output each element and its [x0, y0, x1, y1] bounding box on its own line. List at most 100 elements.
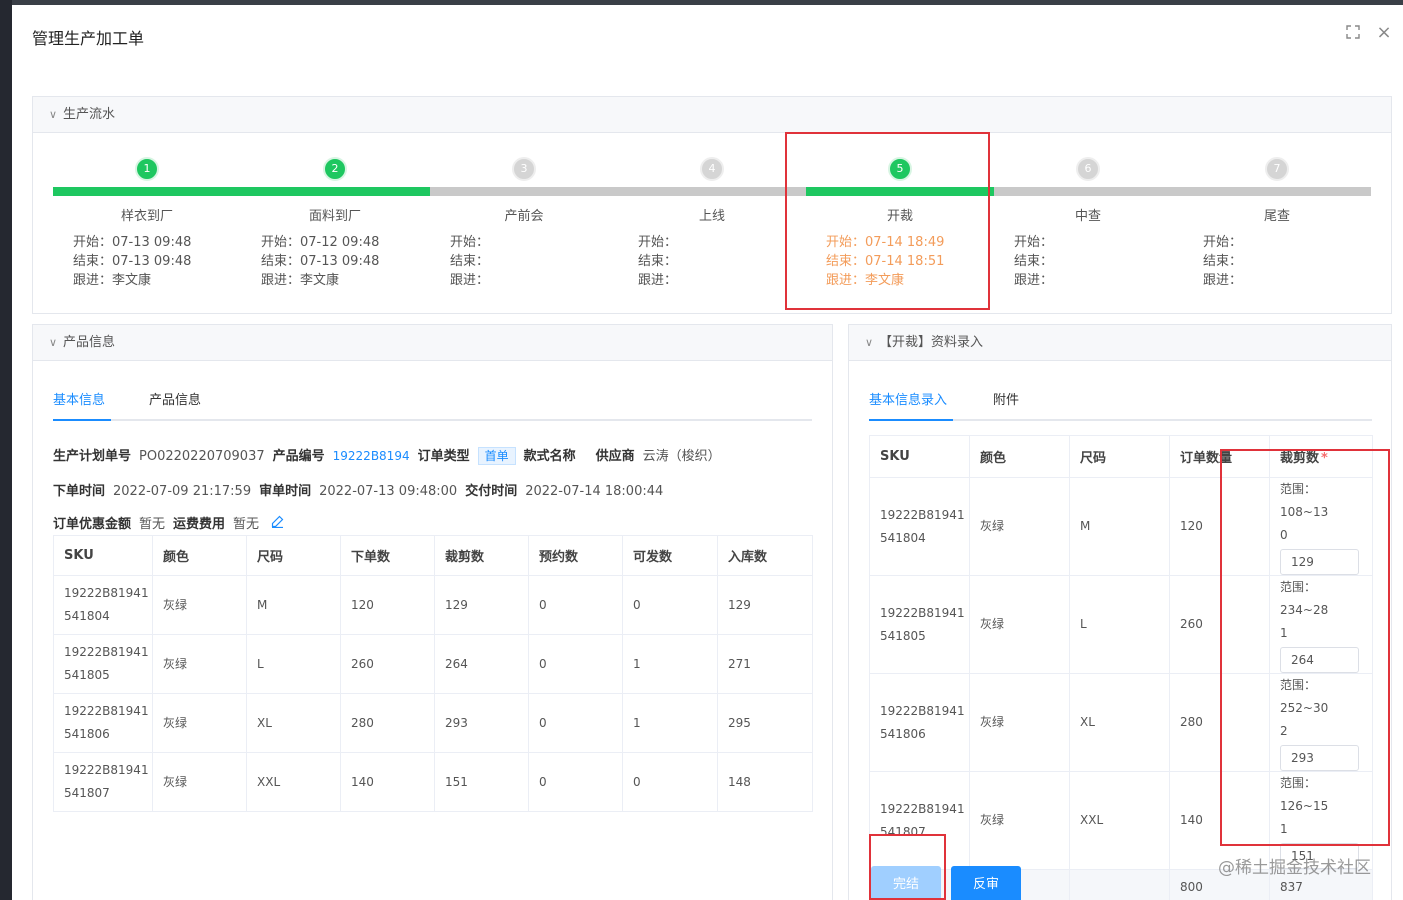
step-follow: 跟进： — [450, 273, 490, 288]
step-number: 3 — [512, 157, 536, 181]
order-type-label: 订单类型 — [417, 449, 470, 464]
color-cell: 灰绿 — [969, 673, 1070, 772]
discount-value: 暂无 — [139, 517, 166, 532]
step-start: 开始：07-13 09:48 — [73, 235, 192, 250]
sku-line: 19222B81941 — [64, 586, 149, 600]
watermark: @稀土掘金技术社区 — [1218, 858, 1371, 878]
step-follow: 跟进：李文康 — [73, 273, 152, 288]
color-cell: 灰绿 — [969, 575, 1070, 674]
sku-line: 541807 — [64, 786, 110, 800]
color-cell: 灰绿 — [969, 477, 1070, 576]
tab-product-info[interactable]: 产品信息 — [149, 391, 201, 421]
cut-qty-cell: 264 — [434, 634, 529, 694]
info-row-3: 订单优惠金额 暂无 运费费用 暂无 — [53, 513, 284, 532]
cut-qty-cell: 129 — [434, 575, 529, 635]
flow-step[interactable]: 3 产前会 开始： 结束： 跟进： — [430, 133, 618, 313]
reserved-qty-cell: 0 — [528, 693, 623, 753]
size-cell: XL — [246, 693, 341, 753]
step-end: 结束： — [450, 254, 490, 269]
edit-icon[interactable] — [267, 515, 284, 532]
style-name-label: 款式名称 — [523, 449, 576, 464]
step-name: 中查 — [1074, 209, 1101, 224]
supplier-label: 供应商 — [595, 449, 635, 464]
chevron-down-icon: ∨ — [49, 336, 58, 349]
info-row-1: 生产计划单号 PO0220220709037 产品编号 19222B8194 订单类型首… — [53, 445, 729, 465]
entry-panel-header[interactable]: ∨ 【开裁】资料录入 — [849, 325, 1391, 361]
col-order-qty: 下单数 — [340, 535, 435, 576]
step-start: 开始： — [1014, 235, 1054, 250]
flow-steps: 1 样衣到厂 开始：07-13 09:48 结束：07-13 09:48 跟进：… — [33, 133, 1391, 313]
sku-line: 541806 — [64, 727, 110, 741]
sku-line: 19222B81941 — [64, 763, 149, 777]
size-cell: M — [1069, 477, 1170, 576]
product-panel-header[interactable]: ∨ 产品信息 — [33, 325, 832, 361]
product-no-label: 产品编号 — [272, 449, 325, 464]
order-qty-cell: 260 — [340, 634, 435, 694]
fullscreen-icon[interactable] — [1345, 25, 1361, 41]
tab-attachments[interactable]: 附件 — [993, 391, 1019, 421]
step-name: 尾查 — [1263, 209, 1290, 224]
reserved-qty-cell: 0 — [528, 752, 623, 812]
annotation-box-cutting-step — [785, 132, 990, 310]
color-cell: 灰绿 — [969, 771, 1070, 870]
sku-line: 541804 — [880, 530, 926, 545]
info-row-2: 下单时间 2022-07-09 21:17:59 审单时间 2022-07-13 09… — [53, 480, 671, 499]
step-name: 产前会 — [504, 209, 544, 224]
reserved-qty-cell: 0 — [528, 634, 623, 694]
sku-cell: 19222B81941 541807 — [53, 752, 153, 812]
order-qty-cell: 120 — [340, 575, 435, 635]
color-cell: 灰绿 — [152, 693, 247, 753]
step-follow: 跟进： — [1014, 273, 1054, 288]
step-start: 开始： — [1203, 235, 1243, 250]
order-time-value: 2022-07-09 21:17:59 — [113, 484, 252, 499]
sku-cell: 19222B81941 541805 — [869, 575, 970, 674]
step-number: 6 — [1076, 157, 1100, 181]
dialog-title: 管理生产加工单 — [32, 29, 145, 48]
sku-line: 19222B81941 — [64, 704, 149, 718]
flow-step[interactable]: 7 尾查 开始： 结束： 跟进： — [1183, 133, 1371, 313]
step-end: 结束： — [1203, 254, 1243, 269]
color-cell: 灰绿 — [152, 634, 247, 694]
product-info-panel: ∨ 产品信息 基本信息 产品信息 生产计划单号 PO0220220709037 产品编… — [32, 324, 833, 900]
flow-step[interactable]: 6 中查 开始： 结束： 跟进： — [994, 133, 1182, 313]
step-start: 开始： — [638, 235, 678, 250]
sku-line: 541804 — [64, 609, 110, 623]
reject-audit-button[interactable]: 反审 — [951, 866, 1021, 900]
col-cut-qty: 裁剪数 — [434, 535, 529, 576]
flow-panel-header[interactable]: ∨ 生产流水 — [33, 97, 1391, 133]
flow-step[interactable]: 2 面料到厂 开始：07-12 09:48 结束：07-13 09:48 跟进：… — [241, 133, 429, 313]
close-icon[interactable]: × — [1376, 24, 1392, 42]
audit-time-value: 2022-07-13 09:48:00 — [319, 484, 458, 499]
tab-basic-info[interactable]: 基本信息 — [53, 391, 111, 421]
step-number: 1 — [135, 157, 159, 181]
supplier-value: 云涛（梭织） — [642, 449, 721, 464]
stock-qty-cell: 271 — [717, 634, 813, 694]
tab-basic-entry[interactable]: 基本信息录入 — [869, 391, 953, 421]
step-name: 上线 — [698, 209, 725, 224]
step-info: 开始：07-13 09:48 结束：07-13 09:48 跟进：李文康 — [73, 233, 191, 290]
plan-no-value: PO0220220709037 — [139, 449, 265, 464]
product-no-link[interactable]: 19222B8194 — [333, 449, 410, 463]
shippable-qty-cell: 1 — [622, 634, 718, 694]
size-cell: L — [1069, 575, 1170, 674]
annotation-box-cut-qty — [1220, 449, 1390, 846]
size-cell: M — [246, 575, 341, 635]
step-end: 结束：07-13 09:48 — [73, 254, 192, 269]
order-qty-cell: 140 — [340, 752, 435, 812]
step-info: 开始： 结束： 跟进： — [638, 233, 677, 290]
shipping-value: 暂无 — [233, 517, 260, 532]
step-number: 2 — [323, 157, 347, 181]
sku-cell: 19222B81941 541805 — [53, 634, 153, 694]
sku-cell: 19222B81941 541804 — [53, 575, 153, 635]
cut-qty-cell: 293 — [434, 693, 529, 753]
step-end: 结束： — [1014, 254, 1054, 269]
step-follow: 跟进： — [1203, 273, 1243, 288]
order-qty-cell: 280 — [340, 693, 435, 753]
col-stock-qty: 入库数 — [717, 535, 813, 576]
table-row: 19222B81941 541806 灰绿 XL 280 293 0 1 295 — [53, 693, 813, 753]
flow-step[interactable]: 1 样衣到厂 开始：07-13 09:48 结束：07-13 09:48 跟进：… — [53, 133, 241, 313]
product-tabs: 基本信息 产品信息 — [53, 391, 812, 421]
sku-line: 19222B81941 — [880, 507, 965, 522]
step-number: 4 — [700, 157, 724, 181]
flow-step[interactable]: 4 上线 开始： 结束： 跟进： — [618, 133, 806, 313]
